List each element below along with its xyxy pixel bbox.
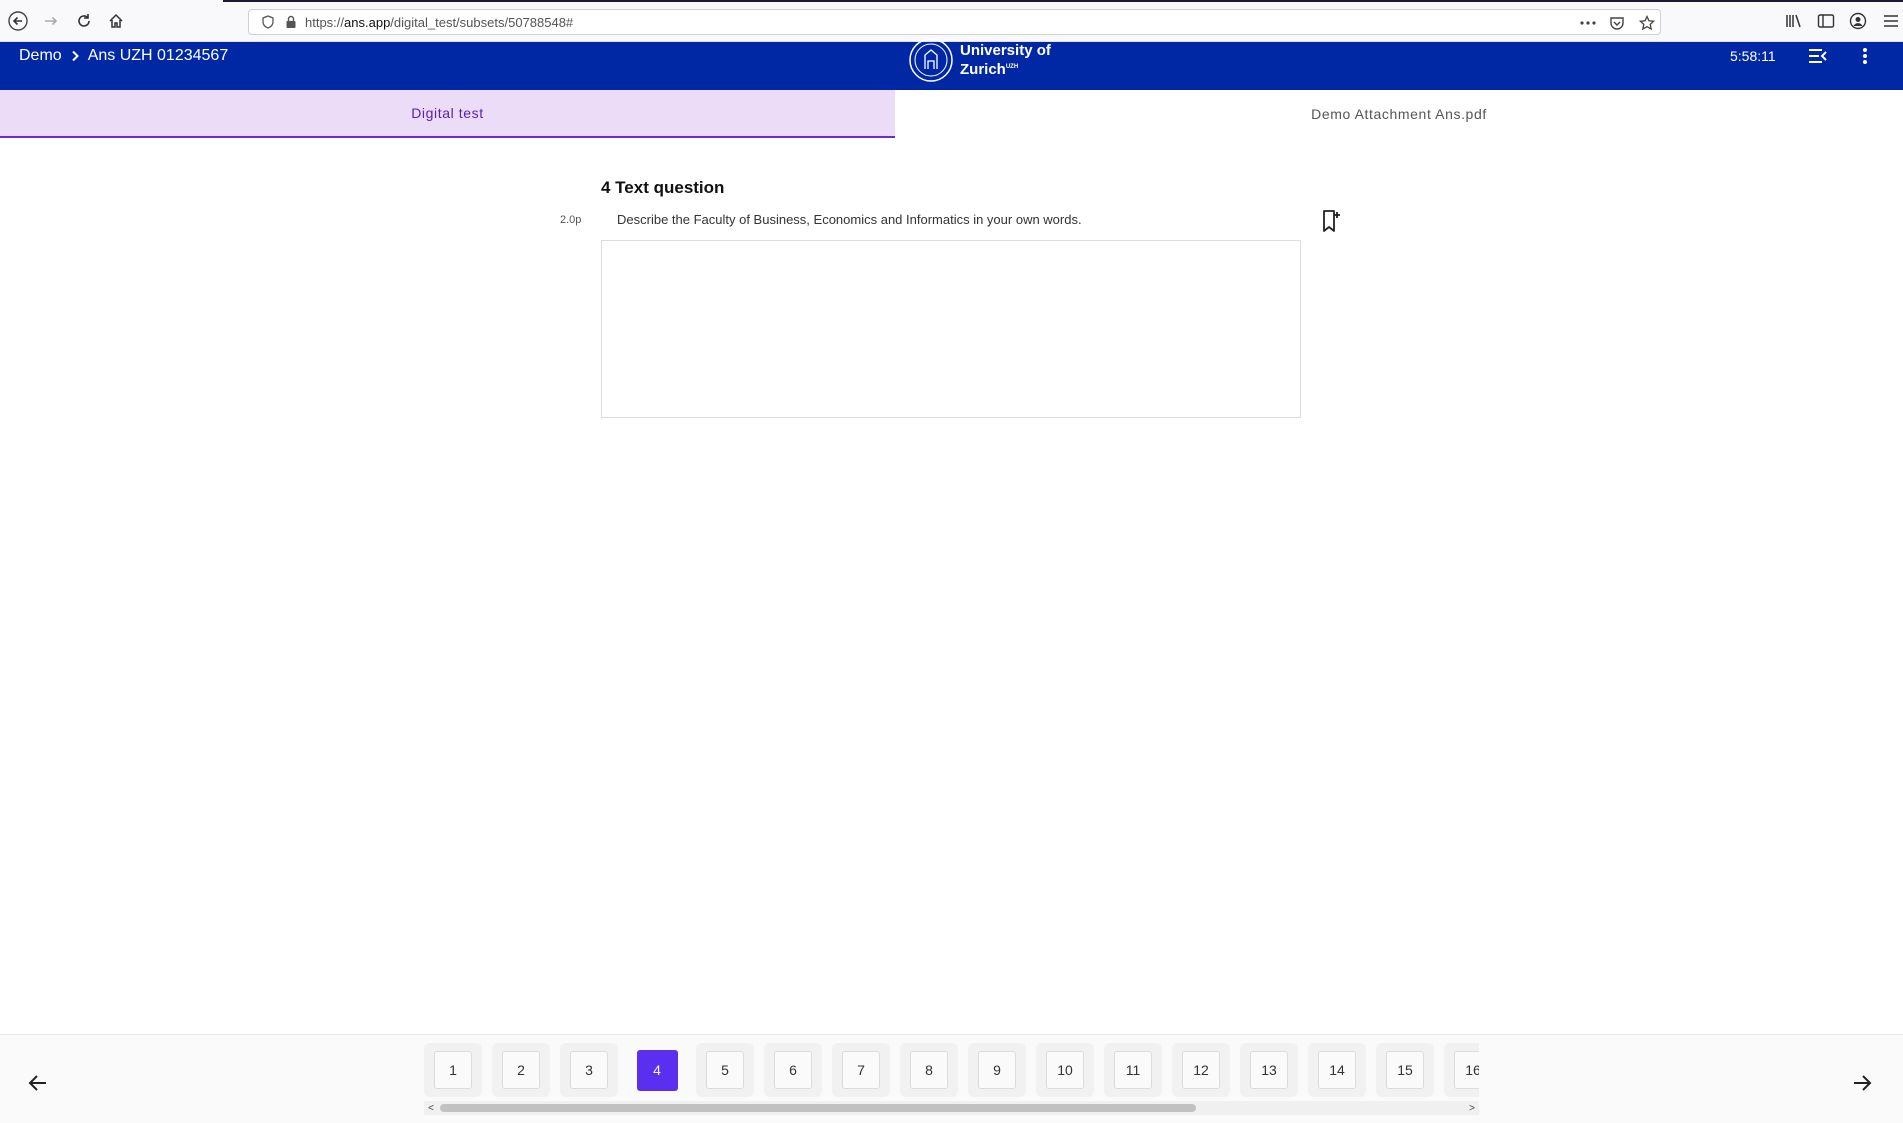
question-text: Describe the Faculty of Business, Econom…	[617, 212, 1082, 227]
question-title: 4 Text question	[601, 178, 725, 197]
forward-icon[interactable]	[39, 9, 63, 33]
chevron-right-icon	[70, 50, 80, 62]
question-page-number: 6	[774, 1051, 812, 1089]
tab-attachment[interactable]: Demo Attachment Ans.pdf	[895, 90, 1903, 138]
question-page-number: 8	[910, 1051, 948, 1089]
question-page-number: 7	[842, 1051, 880, 1089]
url-bar[interactable]: https://ans.app/digital_test/subsets/507…	[248, 9, 1661, 35]
breadcrumb-current[interactable]: Ans UZH 01234567	[88, 47, 229, 65]
question-page-button[interactable]: 10	[1036, 1043, 1094, 1097]
question-page-button[interactable]: 1	[424, 1043, 482, 1097]
account-icon[interactable]	[1846, 9, 1870, 33]
pager-scrollbar[interactable]: < >	[424, 1101, 1479, 1115]
pocket-icon[interactable]	[1609, 10, 1625, 36]
question-page-button[interactable]: 8	[900, 1043, 958, 1097]
question-page-button[interactable]: 11	[1104, 1043, 1162, 1097]
question-page-number: 14	[1318, 1051, 1356, 1089]
question-page-number: 16	[1454, 1051, 1479, 1089]
bookmark-star-icon[interactable]	[1639, 10, 1655, 36]
question-pager: 1 2 3 4 5 6 7 8 9 10 11 12 13 14 15 16	[424, 1043, 1479, 1097]
bookmark-flag-icon[interactable]	[1321, 209, 1343, 233]
browser-menu-icon[interactable]	[1879, 9, 1903, 33]
tab-digital-test[interactable]: Digital test	[0, 90, 895, 138]
reload-icon[interactable]	[72, 9, 96, 33]
question-page-button[interactable]: 15	[1376, 1043, 1434, 1097]
question-page-number: 2	[502, 1051, 540, 1089]
question-page-number: 4	[636, 1049, 678, 1091]
url-text[interactable]: https://ans.app/digital_test/subsets/507…	[305, 15, 573, 30]
question-page-button[interactable]: 2	[492, 1043, 550, 1097]
question-navigation: 1 2 3 4 5 6 7 8 9 10 11 12 13 14 15 16 < >	[0, 1034, 1903, 1123]
question-page-number: 3	[570, 1051, 608, 1089]
question-page-button[interactable]: 9	[968, 1043, 1026, 1097]
more-vertical-icon[interactable]	[1852, 44, 1878, 68]
university-name: University of ZurichUZH	[960, 41, 1051, 78]
breadcrumb-parent[interactable]: Demo	[19, 47, 62, 65]
question-page-button[interactable]: 4	[628, 1043, 686, 1097]
library-icon[interactable]	[1782, 9, 1806, 33]
question-page-number: 10	[1046, 1051, 1084, 1089]
exam-timer: 5:58:11	[1730, 48, 1776, 64]
answer-textarea[interactable]	[601, 240, 1301, 418]
question-page-number: 13	[1250, 1051, 1288, 1089]
next-question-icon[interactable]	[1848, 1069, 1876, 1097]
question-page-button[interactable]: 16	[1444, 1043, 1479, 1097]
breadcrumb: Demo Ans UZH 01234567	[19, 42, 228, 70]
collapse-menu-icon[interactable]	[1805, 44, 1831, 68]
question-page-number: 12	[1182, 1051, 1220, 1089]
question-page-button[interactable]: 14	[1308, 1043, 1366, 1097]
lock-icon[interactable]	[285, 15, 297, 29]
sidebar-icon[interactable]	[1814, 9, 1838, 33]
question-page-number: 5	[706, 1051, 744, 1089]
question-points: 2.0p	[560, 214, 582, 226]
pager-track: 1 2 3 4 5 6 7 8 9 10 11 12 13 14 15 16	[424, 1043, 1479, 1097]
home-icon[interactable]	[104, 9, 128, 33]
question-page-button[interactable]: 13	[1240, 1043, 1298, 1097]
scroll-thumb[interactable]	[440, 1104, 1196, 1112]
question-page-button[interactable]: 5	[696, 1043, 754, 1097]
app-header: Demo Ans UZH 01234567 University of Zuri…	[0, 37, 1903, 90]
university-logo: University of ZurichUZH	[908, 37, 1051, 83]
university-seal-icon	[908, 37, 954, 83]
question-page-number: 1	[434, 1051, 472, 1089]
shield-icon[interactable]	[261, 15, 275, 29]
tab-bar: Digital test Demo Attachment Ans.pdf	[0, 90, 1903, 138]
more-actions-icon[interactable]	[1579, 10, 1597, 36]
question-page-button[interactable]: 7	[832, 1043, 890, 1097]
scroll-left-arrow[interactable]: <	[424, 1101, 438, 1115]
question-page-number: 9	[978, 1051, 1016, 1089]
question-page-button[interactable]: 12	[1172, 1043, 1230, 1097]
scroll-right-arrow[interactable]: >	[1465, 1101, 1479, 1115]
back-icon[interactable]	[6, 9, 30, 33]
question-page-number: 15	[1386, 1051, 1424, 1089]
question-page-button[interactable]: 3	[560, 1043, 618, 1097]
previous-question-icon[interactable]	[24, 1069, 52, 1097]
question-page-button[interactable]: 6	[764, 1043, 822, 1097]
browser-toolbar: https://ans.app/digital_test/subsets/507…	[0, 0, 1903, 42]
browser-tab-strip	[223, 0, 1903, 2]
question-page-number: 11	[1114, 1051, 1152, 1089]
